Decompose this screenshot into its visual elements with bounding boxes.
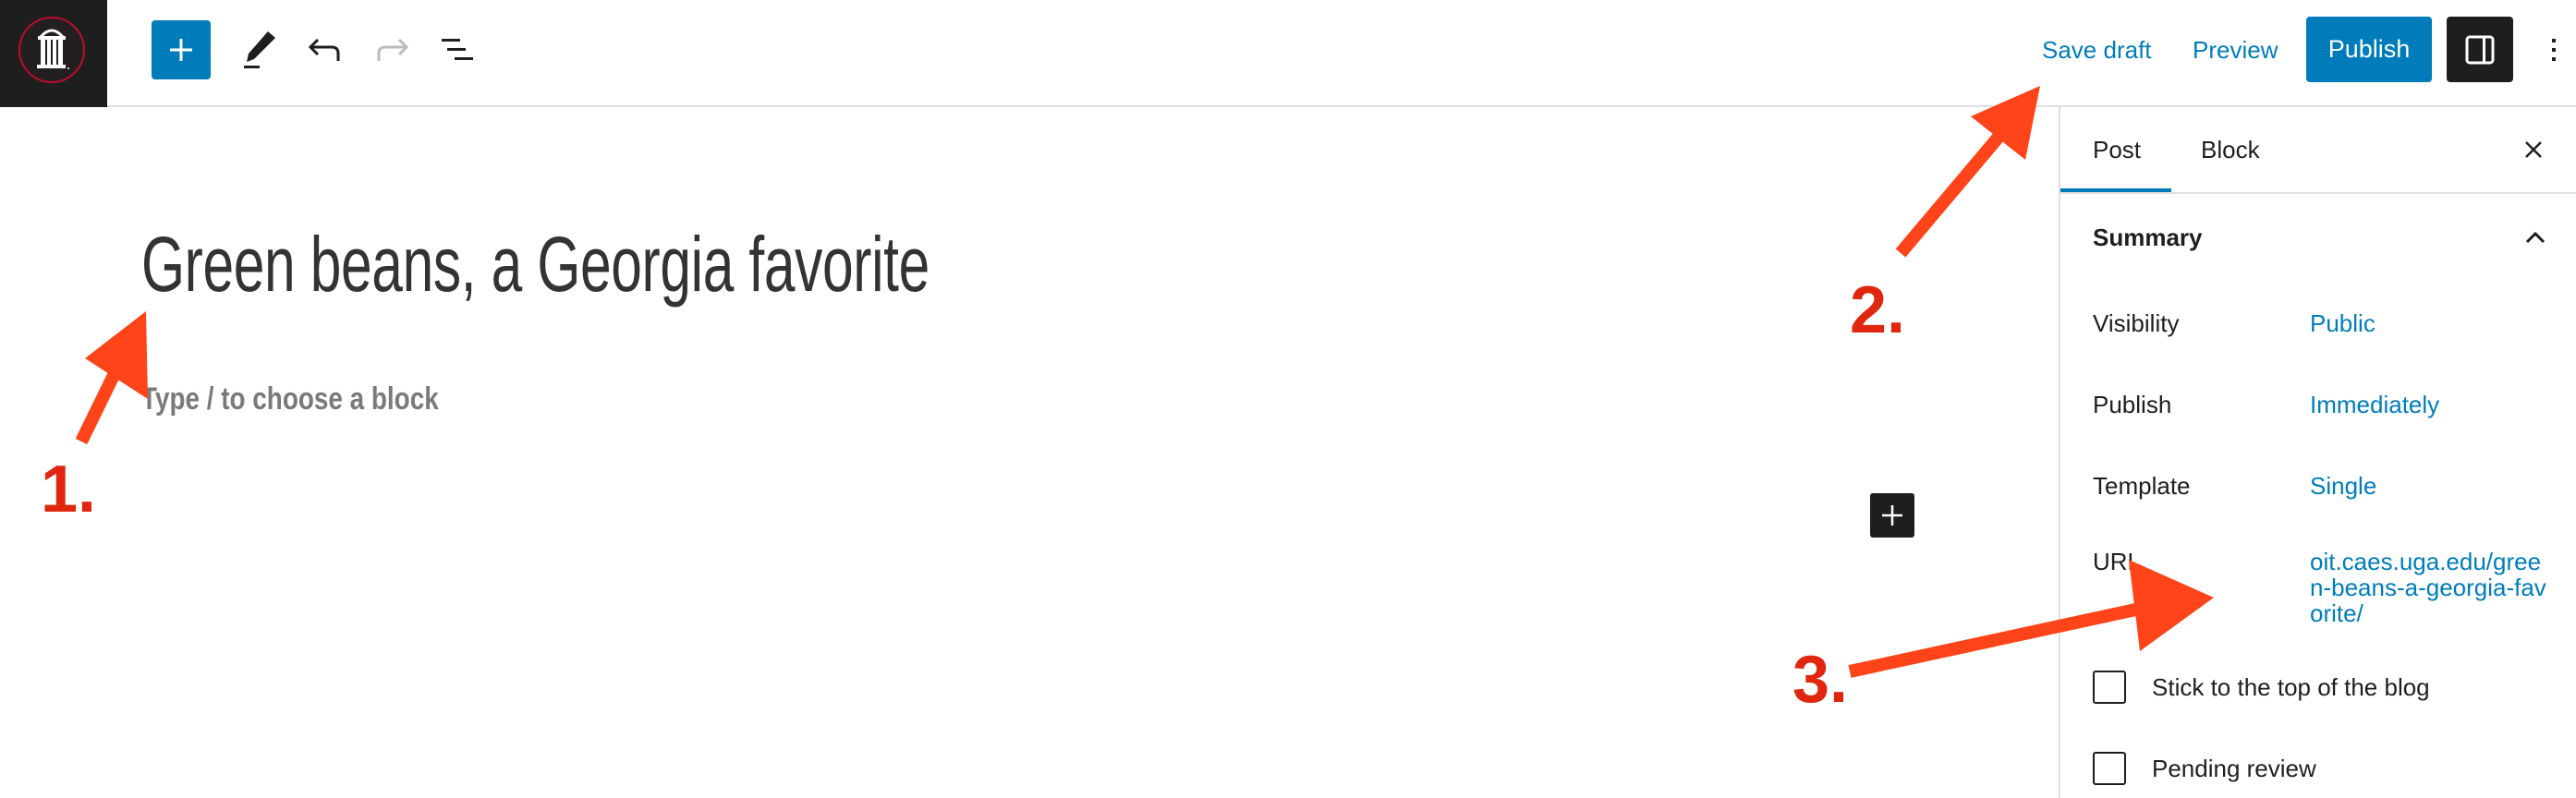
pending-review-checkbox-label: Pending review (2152, 754, 2316, 782)
pending-review-checkbox-row[interactable]: Pending review (2093, 748, 2316, 789)
publish-date-value[interactable]: Immediately (2310, 392, 2439, 417)
close-sidebar-button[interactable] (2511, 127, 2556, 172)
summary-panel-toggle[interactable]: Summary (2060, 194, 2576, 281)
sidebar-panel-icon (2465, 35, 2495, 64)
annotation-label-1: 1. (41, 453, 97, 526)
annotation-label-2: 2. (1850, 273, 1906, 347)
sticky-checkbox-label: Stick to the top of the blog (2152, 672, 2430, 701)
active-tab-indicator (2060, 188, 2171, 192)
tools-button[interactable] (229, 20, 288, 79)
visibility-value[interactable]: Public (2310, 310, 2376, 336)
preview-button[interactable]: Preview (2193, 20, 2278, 79)
editor-header: Save draft Preview Publish (0, 0, 2576, 107)
chevron-up-icon (2513, 215, 2558, 260)
inline-block-inserter-button[interactable] (1870, 493, 1914, 538)
block-inserter-button[interactable] (152, 20, 211, 79)
redo-icon (377, 38, 409, 61)
post-title[interactable]: Green beans, a Georgia favorite (141, 218, 930, 310)
plus-icon (170, 39, 192, 61)
publish-label: Publish (2093, 391, 2172, 418)
visibility-label: Visibility (2093, 309, 2180, 337)
template-value[interactable]: Single (2310, 473, 2376, 499)
annotation-label-3: 3. (1792, 643, 1849, 717)
sticky-checkbox[interactable] (2093, 671, 2126, 704)
site-logo-button[interactable] (0, 0, 107, 107)
plus-icon (1882, 505, 1902, 526)
url-label: URL (2093, 548, 2142, 575)
pending-review-checkbox[interactable] (2093, 752, 2126, 785)
editor-canvas (0, 107, 2059, 798)
more-vertical-icon (2552, 39, 2556, 61)
pencil-icon (244, 31, 275, 68)
publish-button[interactable]: Publish (2306, 17, 2432, 82)
summary-panel-title: Summary (2093, 223, 2203, 251)
close-icon (2525, 141, 2542, 158)
sidebar-tabs: Post Block (2060, 107, 2576, 194)
settings-sidebar: Post Block Summary Visibility Public Pub… (2059, 107, 2576, 798)
tab-post[interactable]: Post (2093, 107, 2141, 192)
settings-toggle-button[interactable] (2447, 17, 2513, 82)
university-arch-logo-icon (18, 17, 85, 83)
tab-block[interactable]: Block (2201, 107, 2260, 192)
undo-button[interactable] (296, 20, 355, 79)
template-label: Template (2093, 472, 2191, 500)
sticky-checkbox-row[interactable]: Stick to the top of the blog (2093, 667, 2430, 707)
save-draft-button[interactable]: Save draft (2042, 20, 2152, 79)
redo-button[interactable] (362, 20, 421, 79)
list-view-button[interactable] (429, 20, 488, 79)
undo-icon (308, 38, 340, 61)
options-menu-button[interactable] (2539, 20, 2569, 79)
list-view-icon (442, 39, 473, 60)
block-placeholder[interactable]: Type / to choose a block (141, 379, 439, 419)
url-value[interactable]: oit.caes.uga.edu/green-beans-a-georgia-f… (2310, 549, 2550, 626)
